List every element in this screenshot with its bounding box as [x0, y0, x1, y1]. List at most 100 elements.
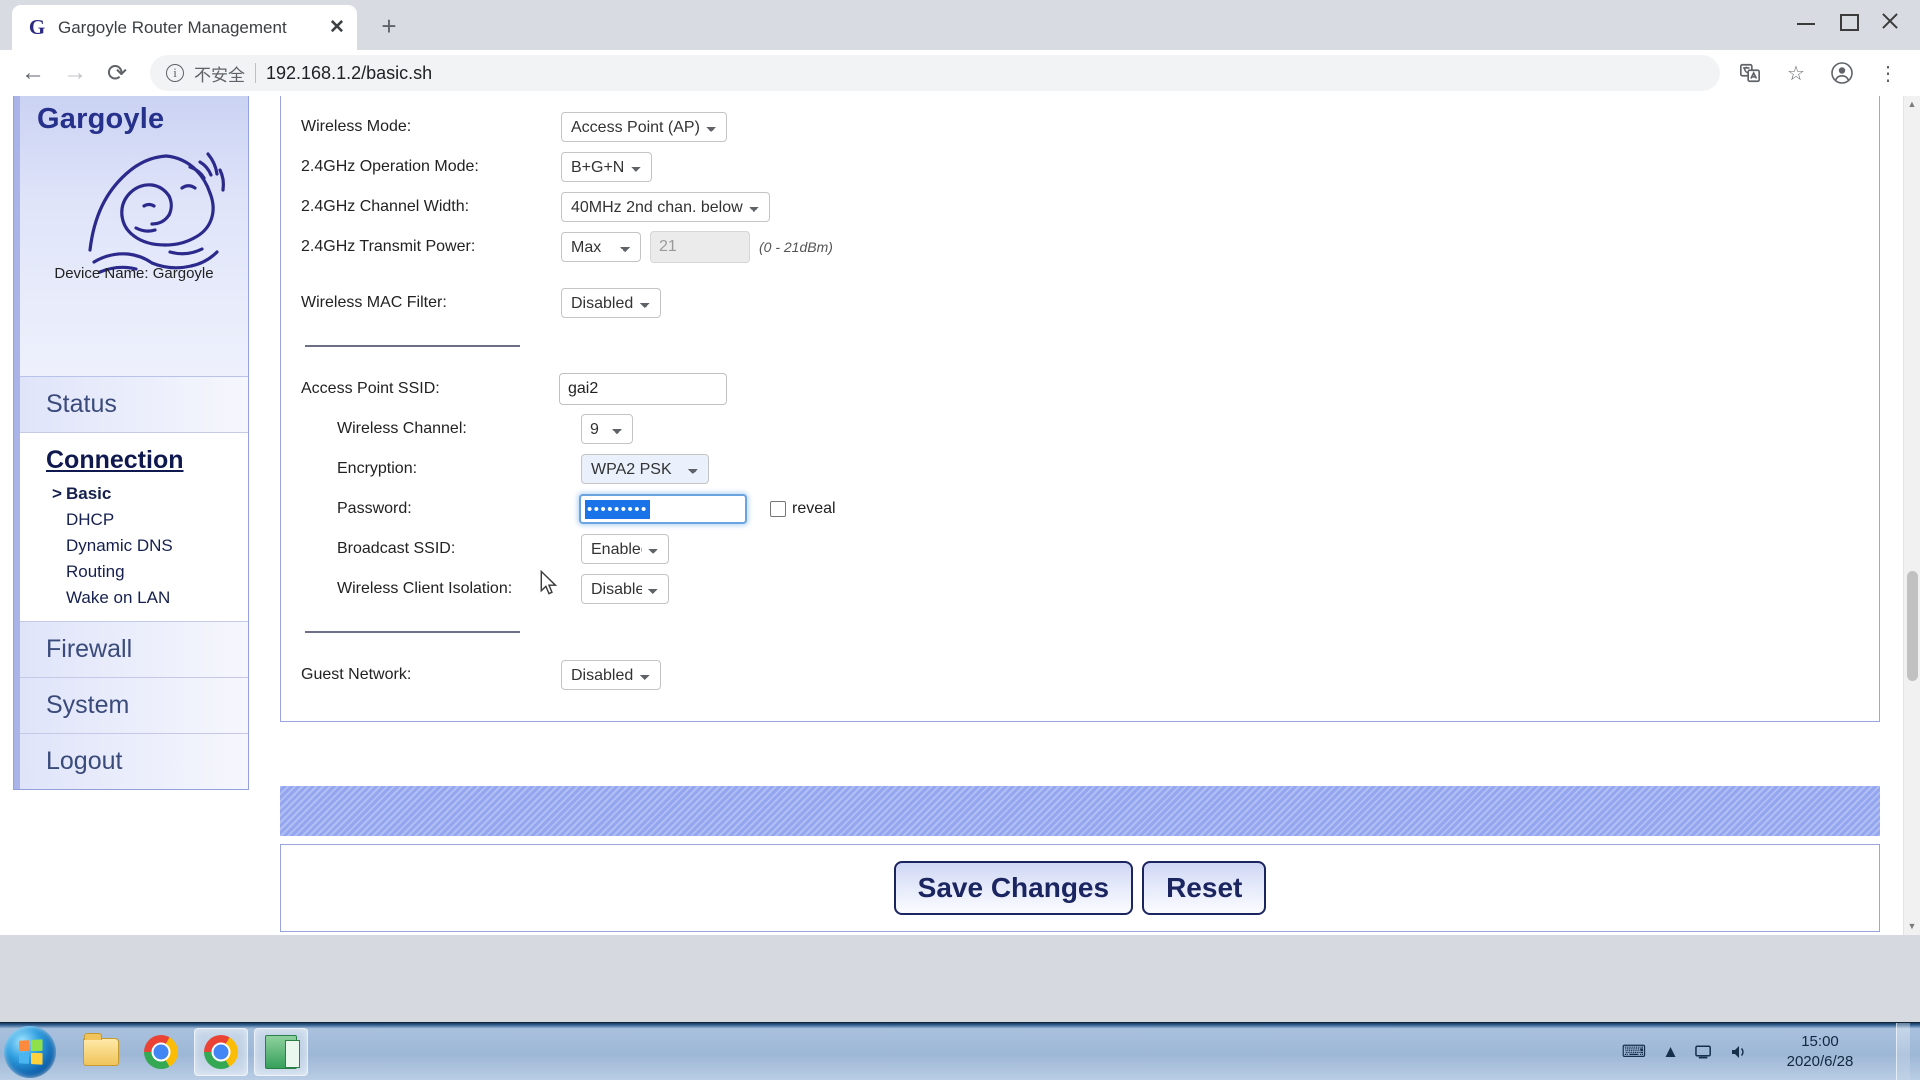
- ap-ssid-input[interactable]: [559, 373, 727, 405]
- section-divider-1: [305, 345, 520, 347]
- url-text: 192.168.1.2/basic.sh: [266, 63, 432, 84]
- site-info-icon[interactable]: i: [166, 64, 184, 82]
- windows-flag-icon: [19, 1039, 43, 1065]
- chrome-menu-icon[interactable]: ⋮: [1868, 53, 1908, 93]
- device-name-label: Device Name: Gargoyle: [20, 265, 248, 282]
- browser-tab[interactable]: G Gargoyle Router Management ✕: [12, 5, 357, 50]
- omnibox-divider: [255, 63, 256, 83]
- row-channel-width: 2.4GHz Channel Width: 40MHz 2nd chan. be…: [281, 187, 1879, 227]
- gargoyle-favicon-icon: G: [26, 17, 48, 39]
- system-tray: ⌨ ▲ 15:00 2020/6/28: [1622, 1023, 1920, 1080]
- wireless-mode-select[interactable]: Access Point (AP): [561, 112, 727, 142]
- window-close-icon[interactable]: [1878, 10, 1902, 32]
- guest-network-label: Guest Network:: [281, 666, 561, 684]
- scrollbar-thumb[interactable]: [1907, 571, 1918, 681]
- settings-panel: Wireless Mode: Access Point (AP) 2.4GHz …: [280, 96, 1880, 722]
- browser-toolbar: ← → ⟳ i 不安全 192.168.1.2/basic.sh ☆: [0, 50, 1920, 96]
- forward-button[interactable]: →: [54, 52, 96, 94]
- ap-ssid-label: Access Point SSID:: [281, 380, 561, 398]
- transmit-power-label: 2.4GHz Transmit Power:: [281, 238, 561, 256]
- wireless-channel-label: Wireless Channel:: [281, 420, 561, 438]
- broadcast-ssid-label: Broadcast SSID:: [281, 540, 561, 558]
- keyboard-icon[interactable]: ⌨: [1622, 1042, 1647, 1062]
- taskbar-item-explorer[interactable]: [74, 1028, 128, 1076]
- sidebar: Gargoyle: [13, 96, 249, 790]
- maximize-icon[interactable]: [1836, 10, 1860, 32]
- broadcast-ssid-select[interactable]: Enabled: [581, 534, 669, 564]
- reset-button[interactable]: Reset: [1142, 861, 1266, 915]
- sidebar-connection-submenu: Basic DHCP Dynamic DNS Routing Wake on L…: [20, 479, 248, 622]
- show-desktop-button[interactable]: [1896, 1023, 1910, 1081]
- channel-width-label: 2.4GHz Channel Width:: [281, 198, 561, 216]
- clock-date: 2020/6/28: [1764, 1052, 1876, 1072]
- start-button[interactable]: [4, 1026, 56, 1078]
- translate-icon[interactable]: [1730, 53, 1770, 93]
- guest-network-select[interactable]: Disabled: [561, 660, 661, 690]
- taskbar-apps: [74, 1028, 308, 1076]
- client-isolation-select[interactable]: Disabled: [581, 574, 669, 604]
- wireless-settings-form: Wireless Mode: Access Point (AP) 2.4GHz …: [281, 96, 1879, 721]
- excel-icon: [265, 1035, 297, 1069]
- toolbar-icon-group: ☆ ⋮: [1730, 53, 1908, 93]
- channel-width-select[interactable]: 40MHz 2nd chan. below: [561, 192, 770, 222]
- windows-taskbar: ⌨ ▲ 15:00 2020/6/28: [0, 1022, 1920, 1080]
- back-button[interactable]: ←: [12, 52, 54, 94]
- sidebar-item-firewall[interactable]: Firewall: [20, 622, 248, 678]
- row-encryption: Encryption: WPA2 PSK: [281, 449, 1879, 489]
- mac-filter-select[interactable]: Disabled: [561, 288, 661, 318]
- sidebar-subitem-dhcp[interactable]: DHCP: [20, 507, 248, 533]
- show-hidden-icons-arrow[interactable]: ▲: [1662, 1042, 1679, 1062]
- sidebar-subitem-basic[interactable]: Basic: [20, 481, 248, 507]
- encryption-select[interactable]: WPA2 PSK: [581, 454, 709, 484]
- profile-icon[interactable]: [1822, 53, 1862, 93]
- reveal-label: reveal: [792, 500, 836, 518]
- form-actions-panel: Save Changes Reset: [280, 844, 1880, 932]
- taskbar-item-excel[interactable]: [254, 1028, 308, 1076]
- operation-mode-select[interactable]: B+G+N: [561, 152, 652, 182]
- reload-button[interactable]: ⟳: [96, 52, 138, 94]
- taskbar-item-chrome-pinned[interactable]: [134, 1028, 188, 1076]
- sidebar-subitem-wake-on-lan[interactable]: Wake on LAN: [20, 585, 248, 611]
- sidebar-item-status[interactable]: Status: [20, 377, 248, 433]
- row-client-isolation: Wireless Client Isolation: Disabled: [281, 569, 1879, 609]
- new-tab-button[interactable]: +: [372, 12, 406, 42]
- bookmark-star-icon[interactable]: ☆: [1776, 53, 1816, 93]
- wireless-channel-select[interactable]: 9: [581, 414, 633, 444]
- reveal-checkbox[interactable]: [770, 501, 786, 517]
- transmit-power-dbm-input[interactable]: [650, 231, 750, 263]
- taskbar-clock[interactable]: 15:00 2020/6/28: [1764, 1032, 1876, 1072]
- row-broadcast-ssid: Broadcast SSID: Enabled: [281, 529, 1879, 569]
- page-scrollbar[interactable]: ▲ ▼: [1903, 96, 1920, 935]
- tab-close-icon[interactable]: ✕: [325, 16, 349, 39]
- sidebar-item-system[interactable]: System: [20, 678, 248, 734]
- wireless-mode-label: Wireless Mode:: [281, 118, 561, 136]
- chrome-browser-window: G Gargoyle Router Management ✕ + ← → ⟳ i…: [0, 0, 1920, 1080]
- scroll-down-arrow[interactable]: ▼: [1904, 918, 1920, 935]
- section-divider-2: [305, 631, 520, 633]
- sidebar-item-connection[interactable]: Connection: [20, 433, 248, 479]
- row-mac-filter: Wireless MAC Filter: Disabled: [281, 283, 1879, 323]
- clock-time: 15:00: [1764, 1032, 1876, 1052]
- security-status-text: 不安全: [194, 61, 245, 86]
- reveal-password-control[interactable]: reveal: [770, 500, 836, 518]
- address-bar[interactable]: i 不安全 192.168.1.2/basic.sh: [150, 55, 1720, 91]
- scroll-up-arrow[interactable]: ▲: [1904, 96, 1920, 113]
- taskbar-item-chrome-active[interactable]: [194, 1028, 248, 1076]
- sidebar-subitem-routing[interactable]: Routing: [20, 559, 248, 585]
- password-input[interactable]: •••••••••: [579, 494, 747, 524]
- sidebar-group-title: Connection: [46, 446, 184, 475]
- row-ap-ssid: Access Point SSID:: [281, 369, 1879, 409]
- sidebar-item-logout[interactable]: Logout: [20, 734, 248, 790]
- save-changes-button[interactable]: Save Changes: [894, 861, 1133, 915]
- tab-title: Gargoyle Router Management: [58, 18, 325, 38]
- minimize-icon[interactable]: [1794, 10, 1818, 32]
- row-wireless-mode: Wireless Mode: Access Point (AP): [281, 107, 1879, 147]
- chrome-icon: [144, 1035, 178, 1069]
- transmit-power-select[interactable]: Max: [561, 232, 641, 262]
- striped-separator: [280, 786, 1880, 836]
- network-icon[interactable]: [1695, 1044, 1714, 1060]
- row-operation-mode: 2.4GHz Operation Mode: B+G+N: [281, 147, 1879, 187]
- encryption-label: Encryption:: [281, 460, 561, 478]
- volume-icon[interactable]: [1730, 1044, 1748, 1060]
- sidebar-subitem-dynamic-dns[interactable]: Dynamic DNS: [20, 533, 248, 559]
